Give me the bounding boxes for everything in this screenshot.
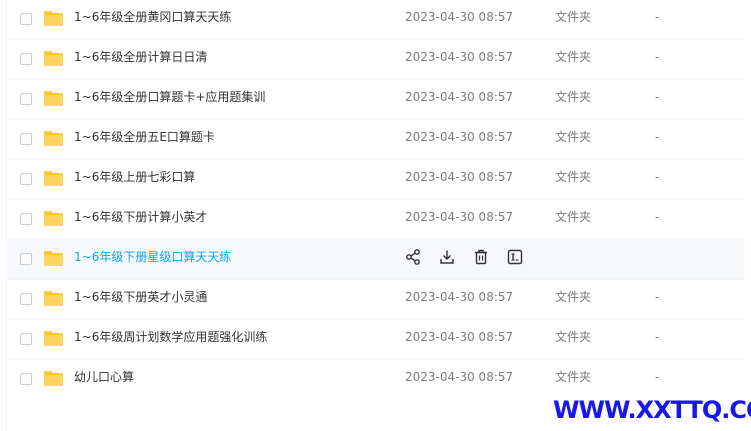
- modified-time: 2023-04-30 08:57: [405, 130, 514, 144]
- folder-icon: [44, 91, 63, 106]
- file-name[interactable]: 1~6年级全册口算题卡+应用题集训: [74, 80, 265, 120]
- modified-time: 2023-04-30 08:57: [405, 370, 514, 384]
- row-checkbox[interactable]: [20, 213, 32, 225]
- folder-icon: [44, 251, 63, 266]
- table-row[interactable]: 1~6年级全册黄冈口算天天练 2023-04-30 08:57 文件夹 -: [6, 0, 744, 40]
- rename-icon[interactable]: [506, 248, 524, 266]
- folder-icon: [44, 291, 63, 306]
- folder-icon: [44, 11, 63, 26]
- table-row[interactable]: 1~6年级全册五E口算题卡 2023-04-30 08:57 文件夹 -: [6, 120, 744, 160]
- download-icon[interactable]: [438, 248, 456, 266]
- file-size: -: [655, 370, 660, 384]
- file-size: -: [655, 50, 660, 64]
- modified-time: 2023-04-30 08:57: [405, 90, 514, 104]
- file-browser: 1~6年级全册黄冈口算天天练 2023-04-30 08:57 文件夹 - 1~…: [0, 0, 751, 431]
- folder-icon: [44, 331, 63, 346]
- modified-time: 2023-04-30 08:57: [405, 330, 514, 344]
- folder-icon: [44, 131, 63, 146]
- table-row[interactable]: 1~6年级全册口算题卡+应用题集训 2023-04-30 08:57 文件夹 -: [6, 80, 744, 120]
- table-row-hovered[interactable]: 1~6年级下册星级口算天天练: [6, 240, 744, 280]
- folder-icon: [44, 371, 63, 386]
- file-type: 文件夹: [555, 50, 592, 64]
- file-name[interactable]: 1~6年级下册计算小英才: [74, 200, 207, 240]
- modified-time: 2023-04-30 08:57: [405, 290, 514, 304]
- row-checkbox[interactable]: [20, 93, 32, 105]
- row-checkbox[interactable]: [20, 253, 32, 265]
- file-name[interactable]: 1~6年级下册英才小灵通: [74, 280, 207, 320]
- modified-time: 2023-04-30 08:57: [405, 50, 514, 64]
- watermark-text: WWW.XXTTQ.COM: [553, 396, 751, 424]
- file-size: -: [655, 290, 660, 304]
- row-checkbox[interactable]: [20, 53, 32, 65]
- file-name[interactable]: 1~6年级全册黄冈口算天天练: [74, 0, 231, 40]
- modified-time: 2023-04-30 08:57: [405, 210, 514, 224]
- file-type: 文件夹: [555, 210, 592, 224]
- file-type: 文件夹: [555, 170, 592, 184]
- file-list: 1~6年级全册黄冈口算天天练 2023-04-30 08:57 文件夹 - 1~…: [6, 0, 744, 400]
- row-checkbox[interactable]: [20, 293, 32, 305]
- file-size: -: [655, 90, 660, 104]
- row-checkbox[interactable]: [20, 13, 32, 25]
- file-type: 文件夹: [555, 90, 592, 104]
- file-name[interactable]: 1~6年级全册五E口算题卡: [74, 120, 215, 160]
- file-size: -: [655, 330, 660, 344]
- file-type: 文件夹: [555, 10, 592, 24]
- file-size: -: [655, 170, 660, 184]
- file-size: -: [655, 10, 660, 24]
- row-checkbox[interactable]: [20, 373, 32, 385]
- share-icon[interactable]: [404, 248, 422, 266]
- table-row[interactable]: 1~6年级下册计算小英才 2023-04-30 08:57 文件夹 -: [6, 200, 744, 240]
- table-row[interactable]: 1~6年级上册七彩口算 2023-04-30 08:57 文件夹 -: [6, 160, 744, 200]
- file-type: 文件夹: [555, 370, 592, 384]
- table-row[interactable]: 幼儿口心算 2023-04-30 08:57 文件夹 -: [6, 360, 744, 400]
- folder-icon: [44, 211, 63, 226]
- table-row[interactable]: 1~6年级下册英才小灵通 2023-04-30 08:57 文件夹 -: [6, 280, 744, 320]
- file-name[interactable]: 1~6年级上册七彩口算: [74, 160, 195, 200]
- row-checkbox[interactable]: [20, 173, 32, 185]
- file-type: 文件夹: [555, 290, 592, 304]
- file-name[interactable]: 1~6年级全册计算日日清: [74, 40, 207, 80]
- folder-icon: [44, 51, 63, 66]
- row-checkbox[interactable]: [20, 333, 32, 345]
- table-row[interactable]: 1~6年级周计划数学应用题强化训练 2023-04-30 08:57 文件夹 -: [6, 320, 744, 360]
- file-name[interactable]: 1~6年级下册星级口算天天练: [74, 240, 231, 280]
- table-row[interactable]: 1~6年级全册计算日日清 2023-04-30 08:57 文件夹 -: [6, 40, 744, 80]
- file-name[interactable]: 1~6年级周计划数学应用题强化训练: [74, 320, 267, 360]
- delete-icon[interactable]: [472, 248, 490, 266]
- file-type: 文件夹: [555, 130, 592, 144]
- modified-time: 2023-04-30 08:57: [405, 170, 514, 184]
- file-name[interactable]: 幼儿口心算: [74, 360, 134, 400]
- file-size: -: [655, 130, 660, 144]
- file-size: -: [655, 210, 660, 224]
- folder-icon: [44, 171, 63, 186]
- modified-time: 2023-04-30 08:57: [405, 10, 514, 24]
- row-checkbox[interactable]: [20, 133, 32, 145]
- file-type: 文件夹: [555, 330, 592, 344]
